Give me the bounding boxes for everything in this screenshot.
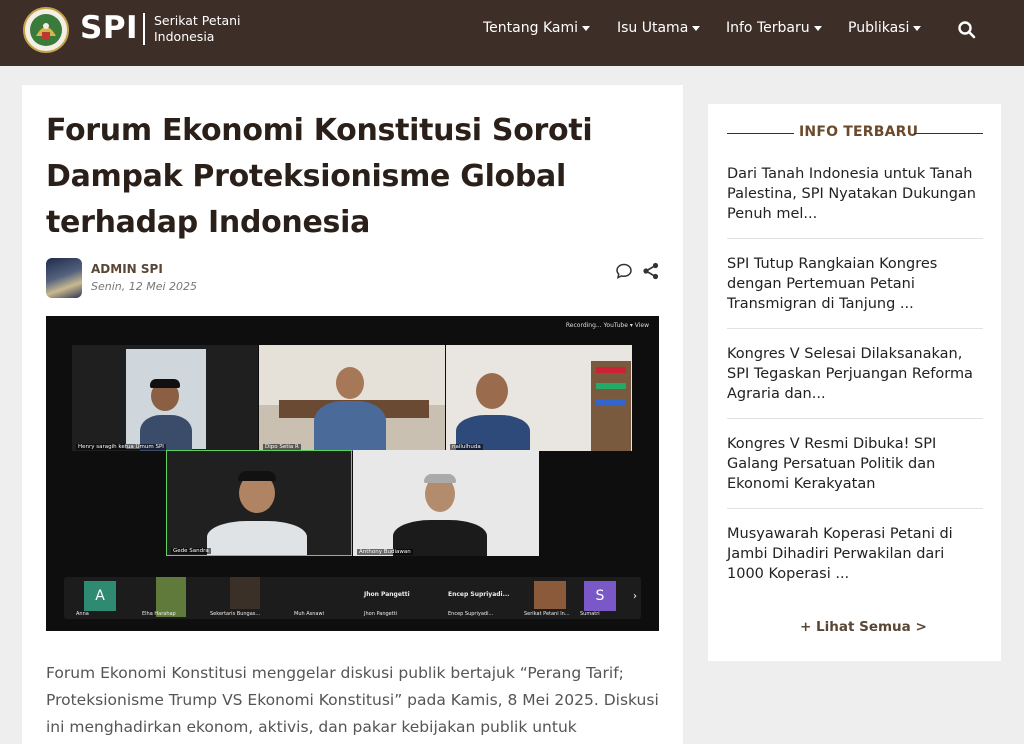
nav-label: Isu Utama <box>617 20 689 36</box>
participant-name: Sekertaris Bungas... <box>210 611 261 617</box>
video-tile: Dipo Setia R <box>259 345 445 451</box>
participant-name: Sumatri <box>580 611 600 617</box>
divider <box>727 508 983 509</box>
search-icon[interactable] <box>957 20 977 40</box>
site-logo-subtitle[interactable]: Serikat Petani Indonesia <box>154 13 254 45</box>
divider <box>727 418 983 419</box>
participant-strip: A Anna Elha Harahap Sekertaris Bungas...… <box>64 577 641 619</box>
participant-name: Anthony Budiawan <box>357 549 413 555</box>
nav-info-terbaru[interactable]: Info Terbaru <box>726 18 822 38</box>
participant-name: Henry saragih ketua Umum SPI <box>76 444 166 450</box>
divider <box>727 328 983 329</box>
participant-avatar: Jhon Pangetti <box>364 591 410 598</box>
sidebar-news-link[interactable]: SPI Tutup Rangkaian Kongres dengan Perte… <box>727 254 983 314</box>
participant-name: Elha Harahap <box>142 611 176 617</box>
participant-thumb: A Anna <box>76 577 118 619</box>
participant-name: Jhon Pangetti <box>364 611 398 617</box>
divider-line <box>727 133 794 134</box>
participant-thumb: Muh Asnawi <box>294 577 344 619</box>
video-tile: Henry saragih ketua Umum SPI <box>72 345 258 451</box>
article-title: Forum Ekonomi Konstitusi Soroti Dampak P… <box>46 113 593 240</box>
author-avatar[interactable] <box>46 258 82 298</box>
participant-thumb: Serikat Petani In... <box>524 577 570 619</box>
sidebar-title: INFO TERBARU <box>799 124 919 140</box>
author-name[interactable]: ADMIN SPI <box>91 262 163 276</box>
recording-toolbar: Recording... YouTube ▾ View <box>565 322 649 329</box>
caret-down-icon <box>692 25 701 31</box>
participant-avatar: S <box>584 581 616 611</box>
participant-thumb: Elha Harahap <box>142 577 190 619</box>
spi-logo-emblem-icon[interactable] <box>22 6 70 54</box>
video-tile: Gede Sandra <box>166 450 352 556</box>
chevron-right-icon: › <box>633 591 637 602</box>
participant-name: Muh Asnawi <box>294 611 324 617</box>
article-photo: Recording... YouTube ▾ View Henry saragi… <box>46 316 659 631</box>
nav-tentang-kami[interactable]: Tentang Kami <box>483 18 590 38</box>
sidebar-news-link[interactable]: Dari Tanah Indonesia untuk Tanah Palesti… <box>727 164 983 224</box>
video-tile: nailulhuda <box>446 345 632 451</box>
participant-thumb: S Sumatri <box>580 577 618 619</box>
sidebar-news-link[interactable]: Kongres V Selesai Dilaksanakan, SPI Tega… <box>727 344 983 404</box>
site-logo-text[interactable]: SPI <box>80 10 138 46</box>
participant-name: Gede Sandra <box>171 548 211 554</box>
sidebar-news-link[interactable]: Kongres V Resmi Dibuka! SPI Galang Persa… <box>727 434 983 494</box>
nav-label: Publikasi <box>848 20 910 36</box>
nav-label: Info Terbaru <box>726 20 810 36</box>
participant-name: Encep Supriyadi... <box>448 611 494 617</box>
participant-name: Serikat Petani In... <box>524 611 570 617</box>
video-tile: Anthony Budiawan <box>353 450 539 556</box>
nav-label: Tentang Kami <box>483 20 578 36</box>
participant-avatar: A <box>84 581 116 611</box>
nav-isu-utama[interactable]: Isu Utama <box>617 18 701 38</box>
logo-divider <box>143 13 145 45</box>
participant-thumb: Jhon Pangetti Jhon Pangetti <box>364 577 424 619</box>
participant-avatar: Encep Supriyadi... <box>448 591 510 598</box>
participant-thumb: Sekertaris Bungas... <box>210 577 264 619</box>
comment-icon[interactable] <box>615 262 633 280</box>
divider <box>727 238 983 239</box>
nav-publikasi[interactable]: Publikasi <box>848 18 922 38</box>
caret-down-icon <box>813 25 822 31</box>
see-all-link[interactable]: + Lihat Semua > <box>800 619 927 635</box>
share-icon[interactable] <box>642 262 660 280</box>
publish-date: Senin, 12 Mei 2025 <box>91 280 198 293</box>
caret-down-icon <box>581 25 590 31</box>
caret-down-icon <box>913 25 922 31</box>
participant-thumb: Encep Supriyadi... Encep Supriyadi... <box>448 577 518 619</box>
participant-name: Anna <box>76 611 89 617</box>
divider-line <box>914 133 983 134</box>
site-header: SPI Serikat Petani Indonesia Tentang Kam… <box>0 0 1024 66</box>
sidebar-news-link[interactable]: Musyawarah Koperasi Petani di Jambi Diha… <box>727 524 983 584</box>
article-body: Forum Ekonomi Konstitusi menggelar disku… <box>46 664 659 736</box>
